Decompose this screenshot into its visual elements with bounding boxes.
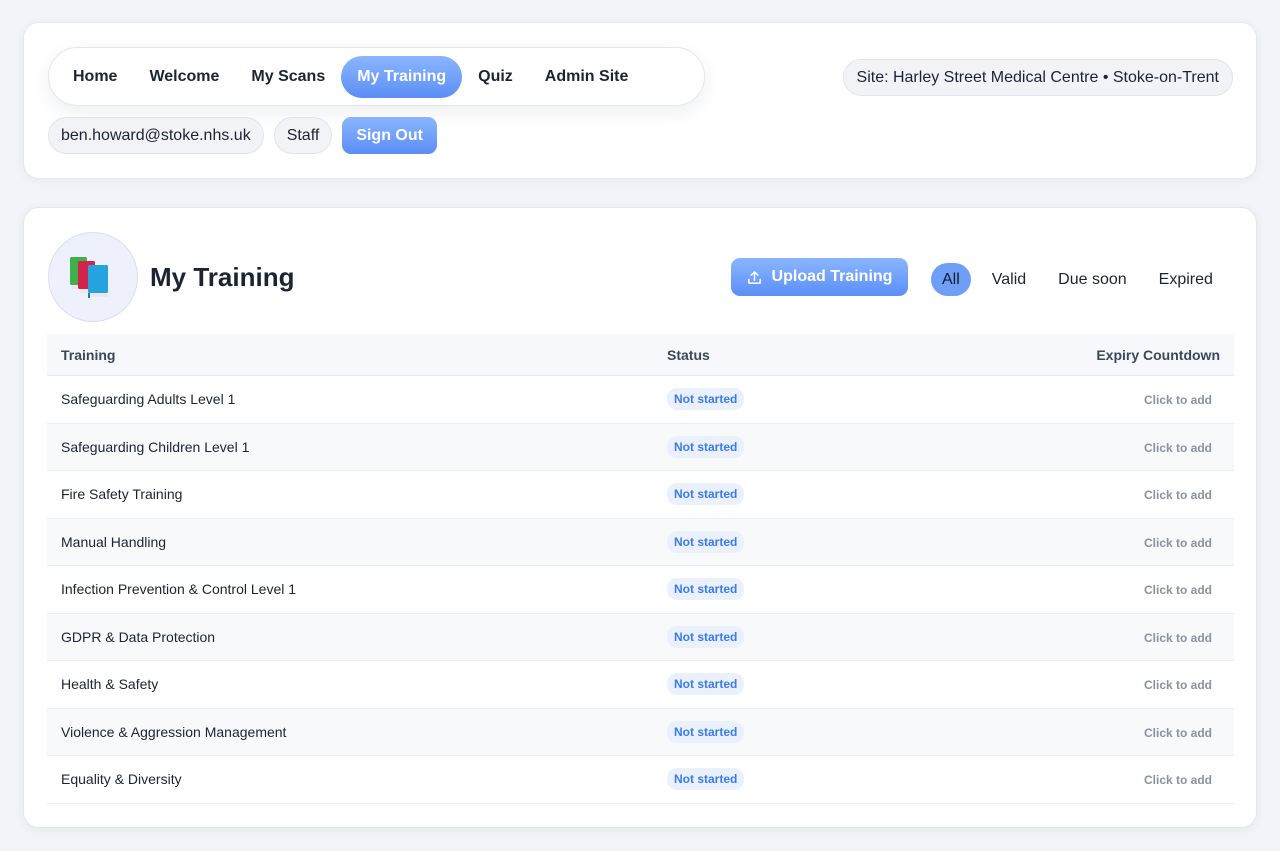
status-badge: Not started <box>667 578 745 601</box>
add-expiry-link[interactable]: Click to add <box>1144 678 1220 692</box>
training-name: Violence & Aggression Management <box>61 723 287 740</box>
expiry-cell: Click to add <box>893 676 1234 692</box>
training-table: Training Status Expiry Countdown Safegua… <box>47 334 1234 804</box>
status-cell: Not started <box>653 768 893 791</box>
training-name: Manual Handling <box>61 533 167 550</box>
add-expiry-link[interactable]: Click to add <box>1144 773 1220 787</box>
books-icon <box>70 257 108 298</box>
upload-icon <box>747 270 761 284</box>
add-expiry-link[interactable]: Click to add <box>1144 631 1220 645</box>
filter-expired[interactable]: Expired <box>1148 263 1224 296</box>
status-badge: Not started <box>667 625 745 648</box>
status-badge: Not started <box>667 720 745 743</box>
expiry-cell: Click to add <box>893 724 1234 740</box>
status-badge: Not started <box>667 673 745 696</box>
status-badge: Not started <box>667 388 745 411</box>
training-name: Safeguarding Adults Level 1 <box>61 391 236 408</box>
table-row: Manual Handling Not started Click to add <box>47 518 1234 566</box>
status-badge: Not started <box>667 483 745 506</box>
add-expiry-link[interactable]: Click to add <box>1144 536 1220 550</box>
training-name: GDPR & Data Protection <box>61 628 216 645</box>
header-card: Home Welcome My Scans My Training Quiz A… <box>23 22 1257 179</box>
header-expiry-countdown: Expiry Countdown <box>1096 346 1220 363</box>
avatar <box>48 232 138 322</box>
table-body: Safeguarding Adults Level 1 Not started Cl… <box>47 376 1234 804</box>
header-training: Training <box>61 346 116 363</box>
nav-my-scans[interactable]: My Scans <box>235 56 341 98</box>
status-cell: Not started <box>653 435 893 458</box>
table-row: Violence & Aggression Management Not star… <box>47 708 1234 756</box>
expiry-cell: Click to add <box>893 486 1234 502</box>
training-name: Fire Safety Training <box>61 486 183 503</box>
status-filters: All Valid Due soon Expired <box>931 263 1234 296</box>
training-name: Infection Prevention & Control Level 1 <box>61 581 297 598</box>
table-row: Equality & Diversity Not started Click to … <box>47 756 1234 804</box>
add-expiry-link[interactable]: Click to add <box>1144 393 1220 407</box>
status-cell: Not started <box>653 578 893 601</box>
filter-all[interactable]: All <box>931 263 971 296</box>
expiry-cell: Click to add <box>893 581 1234 597</box>
nav-welcome[interactable]: Welcome <box>133 56 235 98</box>
table-row: Safeguarding Children Level 1 Not started… <box>47 423 1234 471</box>
table-header: Training Status Expiry Countdown <box>47 334 1234 376</box>
status-cell: Not started <box>653 625 893 648</box>
table-row: Health & Safety Not started Click to add <box>47 661 1234 709</box>
expiry-cell: Click to add <box>893 439 1234 455</box>
table-row: Fire Safety Training Not started Click to … <box>47 471 1234 519</box>
upload-training-button[interactable]: Upload Training <box>731 258 908 296</box>
table-row: GDPR & Data Protection Not started Click t… <box>47 613 1234 661</box>
filter-valid[interactable]: Valid <box>981 263 1037 296</box>
training-name: Health & Safety <box>61 676 159 693</box>
status-cell: Not started <box>653 720 893 743</box>
page-title: My Training <box>150 262 295 292</box>
add-expiry-link[interactable]: Click to add <box>1144 726 1220 740</box>
status-cell: Not started <box>653 673 893 696</box>
table-row: Infection Prevention & Control Level 1 No… <box>47 566 1234 614</box>
status-cell: Not started <box>653 388 893 411</box>
main-nav: Home Welcome My Scans My Training Quiz A… <box>48 47 705 106</box>
upload-training-label: Upload Training <box>771 268 893 285</box>
add-expiry-link[interactable]: Click to add <box>1144 488 1220 502</box>
training-name: Safeguarding Children Level 1 <box>61 438 250 455</box>
training-card: My Training Upload Training All Valid Du… <box>23 207 1257 828</box>
status-badge: Not started <box>667 435 745 458</box>
nav-my-training[interactable]: My Training <box>341 55 463 98</box>
status-cell: Not started <box>653 530 893 553</box>
user-row: ben.howard@stoke.nhs.uk Staff Sign Out <box>48 117 437 154</box>
header-status: Status <box>667 346 710 363</box>
user-email-chip: ben.howard@stoke.nhs.uk <box>48 117 264 154</box>
training-name: Equality & Diversity <box>61 771 182 788</box>
filter-due-soon[interactable]: Due soon <box>1047 263 1138 296</box>
expiry-cell: Click to add <box>893 629 1234 645</box>
expiry-cell: Click to add <box>893 534 1234 550</box>
nav-quiz[interactable]: Quiz <box>462 56 529 98</box>
nav-admin-site[interactable]: Admin Site <box>529 56 645 98</box>
user-role-chip: Staff <box>273 117 333 154</box>
nav-home[interactable]: Home <box>57 56 133 98</box>
add-expiry-link[interactable]: Click to add <box>1144 441 1220 455</box>
status-badge: Not started <box>667 768 745 791</box>
expiry-cell: Click to add <box>893 391 1234 407</box>
table-row: Safeguarding Adults Level 1 Not started Cl… <box>47 376 1234 424</box>
status-badge: Not started <box>667 530 745 553</box>
expiry-cell: Click to add <box>893 771 1234 787</box>
site-chip: Site: Harley Street Medical Centre • Sto… <box>842 59 1233 96</box>
add-expiry-link[interactable]: Click to add <box>1144 583 1220 597</box>
status-cell: Not started <box>653 483 893 506</box>
sign-out-button[interactable]: Sign Out <box>342 117 437 154</box>
